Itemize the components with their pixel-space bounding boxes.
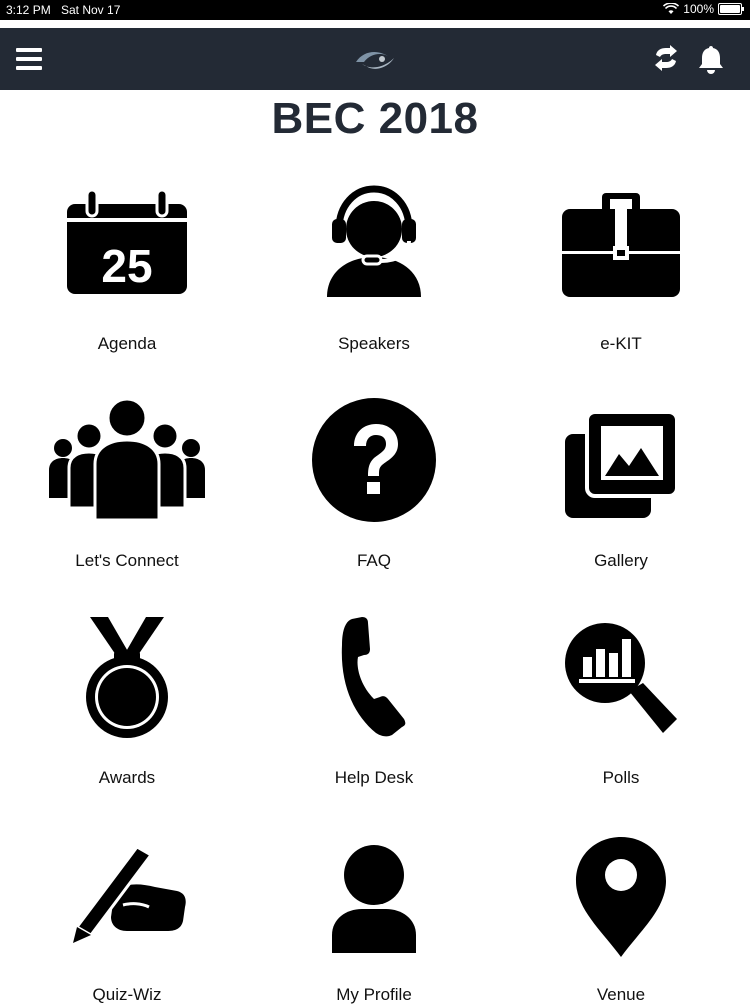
sync-icon[interactable] [652,44,680,72]
tile-faq[interactable]: FAQ [249,396,499,581]
medal-icon [86,617,168,738]
battery-icon [718,3,744,15]
tile-label: Let's Connect [75,551,179,570]
tile-label: Speakers [338,334,410,353]
tile-gallery[interactable]: Gallery [496,396,746,581]
gallery-icon [565,410,679,518]
tile-label: Quiz-Wiz [92,985,162,1004]
map-pin-icon [576,837,666,957]
page-title: BEC 2018 [271,94,479,143]
group-icon [49,398,205,520]
tile-label: FAQ [356,551,391,570]
writing-hand-icon [73,845,186,943]
question-icon [312,398,436,522]
menu-icon[interactable] [16,48,42,70]
calendar-icon: 25 [67,188,187,294]
tile-awards[interactable]: Awards [2,613,252,798]
status-bar: 3:12 PM Sat Nov 17 100% [0,0,750,20]
tile-label: Polls [602,768,640,787]
tile-label: My Profile [336,985,412,1004]
tile-venue[interactable]: Venue [496,835,746,1004]
briefcase-icon [562,193,680,297]
tile-label: Agenda [97,334,157,353]
tile-my-profile[interactable]: My Profile [249,835,499,1004]
tile-agenda[interactable]: 25 Agenda [2,185,252,365]
tile-lets-connect[interactable]: Let's Connect [2,396,252,581]
poll-search-icon [565,623,677,733]
app-logo-icon [356,52,394,69]
tile-label: e-KIT [600,334,642,353]
calendar-day: 25 [101,240,152,292]
phone-icon [341,617,406,737]
nav-bar [0,28,750,90]
bell-icon[interactable] [698,44,724,74]
tile-polls[interactable]: Polls [496,613,746,798]
tile-label: Awards [98,768,156,787]
user-icon [332,845,416,953]
tile-speakers[interactable]: Speakers [249,185,499,365]
status-right: 100% [663,2,744,16]
battery-percent: 100% [683,2,714,16]
status-date: Sat Nov 17 [61,3,121,17]
status-time: 3:12 PM [6,3,51,17]
tile-ekit[interactable]: e-KIT [496,185,746,365]
tile-label: Venue [596,985,646,1004]
tile-quiz-wiz[interactable]: Quiz-Wiz [2,835,252,1004]
tile-label: Help Desk [334,768,414,787]
wifi-icon [663,3,680,14]
tile-help-desk[interactable]: Help Desk [249,613,499,798]
tile-label: Gallery [594,551,648,570]
headset-icon [327,185,421,297]
